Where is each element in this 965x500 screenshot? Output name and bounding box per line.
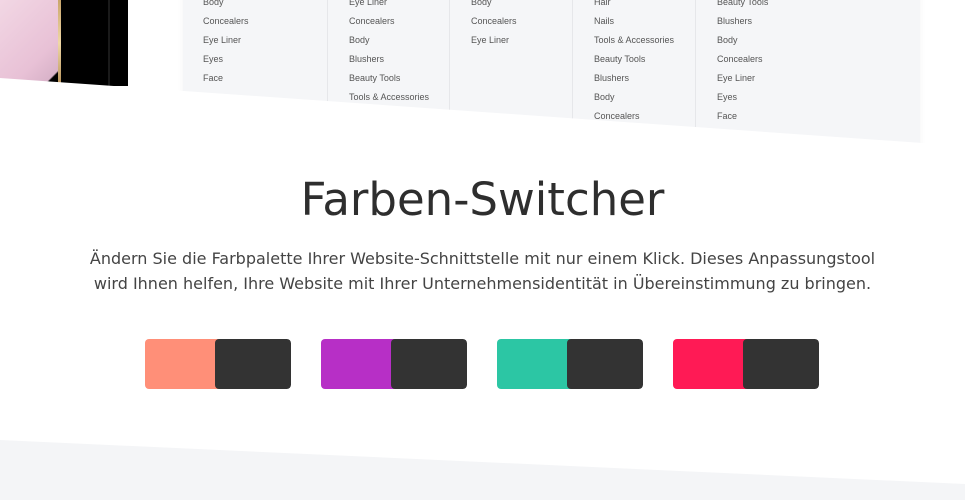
- color-scheme-option[interactable]: [321, 339, 467, 389]
- accent-color-swatch: [145, 339, 221, 389]
- section-title: Farben-Switcher: [300, 173, 665, 226]
- color-scheme-option[interactable]: [497, 339, 643, 389]
- dark-color-swatch: [567, 339, 643, 389]
- color-scheme-option[interactable]: [145, 339, 291, 389]
- accent-color-swatch: [673, 339, 749, 389]
- color-scheme-list: [0, 339, 965, 389]
- hero-preview: Body Concealers Eye Liner Eyes Face Hair…: [0, 0, 965, 150]
- diagonal-divider: [0, 78, 965, 150]
- color-scheme-option[interactable]: [673, 339, 819, 389]
- dark-color-swatch: [391, 339, 467, 389]
- dark-color-swatch: [743, 339, 819, 389]
- accent-color-swatch: [321, 339, 397, 389]
- bottom-diagonal-band: [0, 440, 965, 500]
- dark-color-swatch: [215, 339, 291, 389]
- section-description: Ändern Sie die Farbpalette Ihrer Website…: [89, 249, 876, 293]
- accent-color-swatch: [497, 339, 573, 389]
